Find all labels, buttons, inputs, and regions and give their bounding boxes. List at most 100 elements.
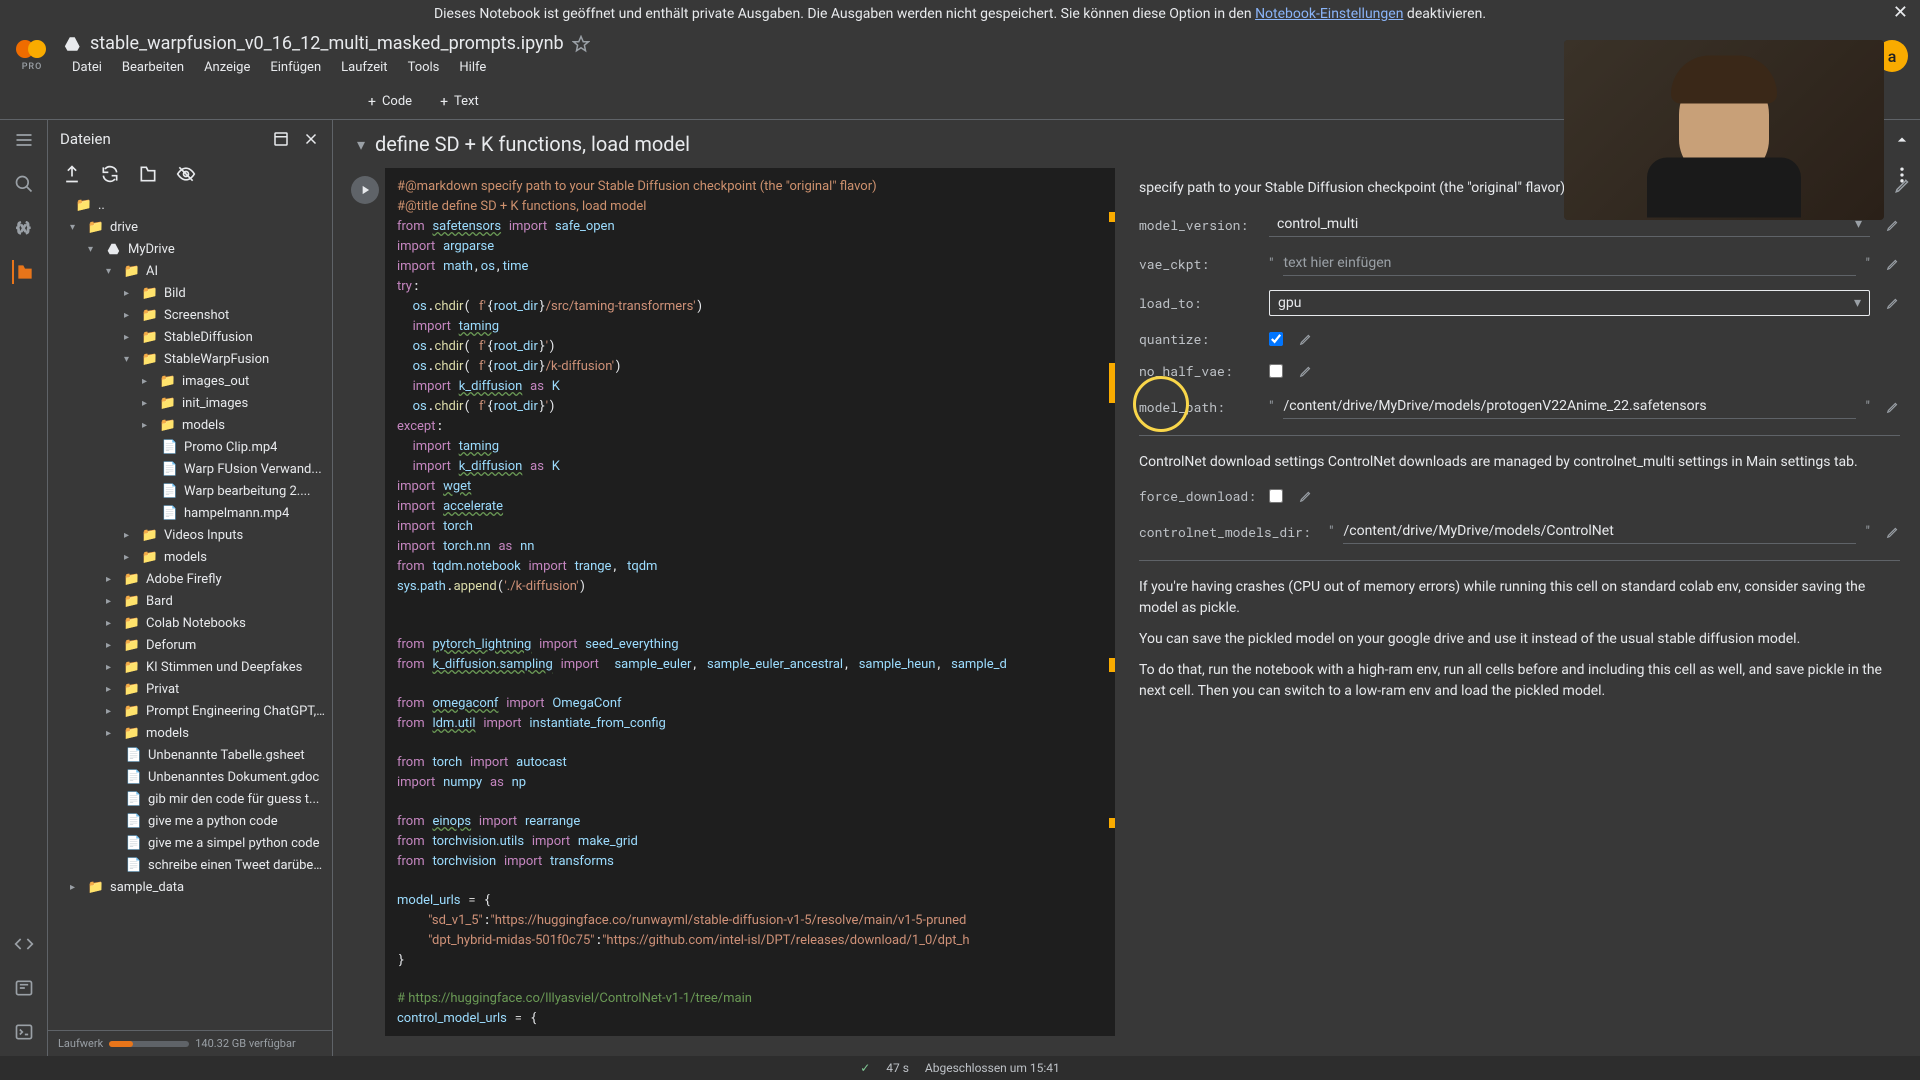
vae-ckpt-input[interactable] [1283,251,1855,276]
menu-bearbeiten[interactable]: Bearbeiten [114,56,192,79]
status-check-icon: ✓ [860,1061,870,1075]
section-collapse-icon[interactable]: ▾ [357,135,365,154]
load-to-select[interactable]: gpu▾ [1269,290,1870,316]
crash-text-2: You can save the pickled model on your g… [1139,629,1900,650]
no-half-vae-checkbox[interactable] [1269,364,1283,378]
colab-logo[interactable]: PRO [12,36,52,76]
collapse-header-icon[interactable] [1892,130,1912,150]
banner-text-pre: Dieses Notebook ist geöffnet und enthält… [434,6,1255,22]
tree-stablediffusion[interactable]: ▸📁StableDiffusion [48,326,332,348]
banner-close-icon[interactable]: ✕ [1893,2,1908,23]
edit-icon[interactable] [1886,525,1900,539]
edit-icon[interactable] [1299,332,1313,346]
storage-free: 140.32 GB verfügbar [195,1037,295,1050]
tree-stablewarpfusion[interactable]: ▾📁StableWarpFusion [48,348,332,370]
tree-init-images[interactable]: ▸📁init_images [48,392,332,414]
model-version-label: model_version: [1139,216,1259,234]
cell-form: specify path to your Stable Diffusion ch… [1115,168,1920,1036]
tree-colab-nb[interactable]: ▸📁Colab Notebooks [48,612,332,634]
tree-privat[interactable]: ▸📁Privat [48,678,332,700]
tree-mydrive[interactable]: ▾MyDrive [48,238,332,260]
search-icon[interactable] [12,172,36,196]
tree-drive[interactable]: ▾📁drive [48,216,332,238]
tree-sample-data[interactable]: ▸📁sample_data [48,876,332,898]
menu-einfuegen[interactable]: Einfügen [262,56,329,79]
new-window-icon[interactable] [272,130,290,148]
force-download-label: force_download: [1139,487,1259,505]
tree-prompt-eng[interactable]: ▸📁Prompt Engineering ChatGPT,... [48,700,332,722]
divider [1139,435,1900,436]
tree-unb-tab[interactable]: 📄Unbenannte Tabelle.gsheet [48,744,332,766]
run-cell-button[interactable] [351,176,379,204]
drive-icon [64,35,82,53]
edit-icon[interactable] [1886,218,1900,232]
close-panel-icon[interactable] [302,130,320,148]
tree-models3[interactable]: ▸📁models [48,722,332,744]
menu-tools[interactable]: Tools [400,56,448,79]
star-icon[interactable] [572,35,590,53]
code-editor[interactable]: #@markdown specify path to your Stable D… [385,168,1115,1036]
quantize-label: quantize: [1139,330,1259,348]
menu-datei[interactable]: Datei [64,56,110,79]
edit-icon[interactable] [1886,257,1900,271]
tree-models1[interactable]: ▸📁models [48,414,332,436]
upload-icon[interactable] [62,164,82,184]
code-cell: #@markdown specify path to your Stable D… [345,168,1920,1036]
tree-adobe[interactable]: ▸📁Adobe Firefly [48,568,332,590]
add-text-button[interactable]: +Text [432,90,487,114]
tree-warpbearbeit[interactable]: 📄Warp bearbeitung 2.... [48,480,332,502]
notebook-settings-link[interactable]: Notebook-Einstellungen [1255,6,1403,22]
edit-icon[interactable] [1886,296,1900,310]
tree-unb-dok[interactable]: 📄Unbenanntes Dokument.gdoc [48,766,332,788]
menubar: Datei Bearbeiten Anzeige Einfügen Laufze… [64,56,590,79]
files-panel: Dateien 📁.. ▾📁drive ▾MyDrive ▾📁AI ▸📁Bild… [48,120,333,1056]
variables-icon[interactable]: {x} [12,216,36,240]
tree-schreibe-tweet[interactable]: 📄schreibe einen Tweet darüber ... [48,854,332,876]
menu-laufzeit[interactable]: Laufzeit [333,56,395,79]
tree-hampel[interactable]: 📄hampelmann.mp4 [48,502,332,524]
tree-screenshot[interactable]: ▸📁Screenshot [48,304,332,326]
notebook-title[interactable]: stable_warpfusion_v0_16_12_multi_masked_… [90,33,564,54]
tree-videos-inputs[interactable]: ▸📁Videos Inputs [48,524,332,546]
storage-label: Laufwerk [58,1037,103,1050]
model-path-input[interactable] [1283,394,1855,419]
toc-icon[interactable] [12,128,36,152]
edit-icon[interactable] [1886,400,1900,414]
notebook-area[interactable]: ▾ define SD + K functions, load model #@… [333,120,1920,1056]
tree-give-simpel[interactable]: 📄give me a simpel python code [48,832,332,854]
code-icon[interactable] [12,932,36,956]
tree-warpfusion[interactable]: 📄Warp FUsion Verwand... [48,458,332,480]
tree-promo[interactable]: 📄Promo Clip.mp4 [48,436,332,458]
edit-icon[interactable] [1299,364,1313,378]
files-icon[interactable] [12,260,36,284]
webcam-overlay [1564,40,1884,220]
toggle-hidden-icon[interactable] [176,164,196,184]
tree-bild[interactable]: ▸📁Bild [48,282,332,304]
cell-edit-icon[interactable] [1886,168,1920,202]
tree-ai[interactable]: ▾📁AI [48,260,332,282]
private-outputs-banner: Dieses Notebook ist geöffnet und enthält… [0,0,1920,28]
mount-drive-icon[interactable] [138,164,158,184]
terminal-icon[interactable] [12,1020,36,1044]
quantize-checkbox[interactable] [1269,332,1283,346]
banner-text-post: deaktivieren. [1407,6,1486,22]
menu-anzeige[interactable]: Anzeige [196,56,258,79]
command-palette-icon[interactable] [12,976,36,1000]
tree-images-out[interactable]: ▸📁images_out [48,370,332,392]
left-rail: {x} [0,120,48,1056]
file-tree[interactable]: 📁.. ▾📁drive ▾MyDrive ▾📁AI ▸📁Bild ▸📁Scree… [48,190,332,1030]
tree-models2[interactable]: ▸📁models [48,546,332,568]
tree-parent[interactable]: 📁.. [48,194,332,216]
status-time: 47 s [886,1061,909,1075]
tree-bard[interactable]: ▸📁Bard [48,590,332,612]
add-code-button[interactable]: +Code [360,90,420,114]
tree-gib-guess[interactable]: 📄gib mir den code für guess t... [48,788,332,810]
controlnet-dir-input[interactable] [1343,519,1855,544]
force-download-checkbox[interactable] [1269,489,1283,503]
tree-give-python[interactable]: 📄give me a python code [48,810,332,832]
tree-deforum[interactable]: ▸📁Deforum [48,634,332,656]
refresh-icon[interactable] [100,164,120,184]
tree-ki-stimmen[interactable]: ▸📁KI Stimmen und Deepfakes [48,656,332,678]
edit-icon[interactable] [1299,489,1313,503]
menu-hilfe[interactable]: Hilfe [451,56,494,79]
